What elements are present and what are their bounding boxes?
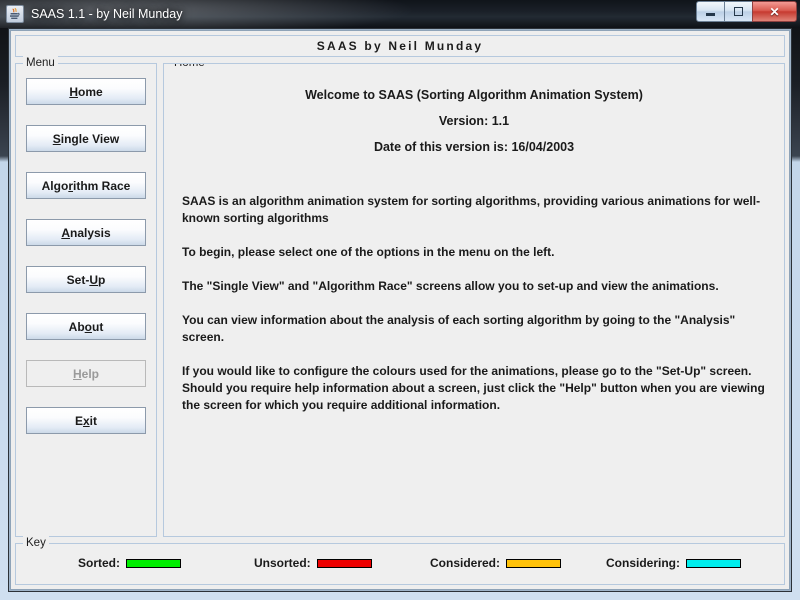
- content-panel: Home Welcome to SAAS (Sorting Algorithm …: [163, 63, 785, 537]
- sidebar-item-help: Help: [26, 360, 146, 387]
- window-controls: ✕: [696, 1, 797, 22]
- close-icon: ✕: [769, 4, 780, 19]
- key-swatch-sorted: [126, 558, 181, 568]
- key-label-unsorted: Unsorted:: [254, 556, 311, 570]
- description-paragraph: SAAS is an algorithm animation system fo…: [182, 194, 761, 225]
- title-bar: SAAS 1.1 - by Neil Munday ✕: [0, 0, 800, 28]
- window-title: SAAS 1.1 - by Neil Munday: [31, 7, 183, 21]
- application-window: SAAS 1.1 - by Neil Munday ✕ SAAS by Neil…: [0, 0, 800, 600]
- key-item-considered: Considered:: [430, 556, 606, 570]
- app-banner-title: SAAS by Neil Munday: [316, 39, 484, 53]
- key-item-sorted: Sorted:: [78, 556, 254, 570]
- key-panel: Key Sorted: Unsorted: Considered: Consid…: [15, 536, 785, 585]
- sidebar-item-analysis[interactable]: Analysis: [26, 219, 146, 246]
- key-label-considered: Considered:: [430, 556, 501, 570]
- key-item-unsorted: Unsorted:: [254, 556, 430, 570]
- sidebar-item-home[interactable]: Home: [26, 78, 146, 105]
- client-area: SAAS by Neil Munday Menu Home Single Vie…: [10, 30, 790, 590]
- key-swatch-unsorted: [316, 558, 372, 568]
- content-panel-title: Home: [171, 64, 208, 70]
- sidebar-item-algorithm-race[interactable]: Algo r ithm Race: [26, 172, 146, 199]
- key-panel-title: Key: [23, 536, 49, 550]
- java-coffee-cup-icon: [6, 5, 24, 23]
- main-row: Menu Home Single View Algo r ithm Race Ana…: [15, 56, 785, 537]
- screens-paragraph: The "Single View" and "Algorithm Race" s…: [182, 279, 719, 293]
- setup-help-paragraph: If you would like to configure the colou…: [182, 364, 765, 412]
- restore-icon: [734, 7, 743, 16]
- welcome-heading: Welcome to SAAS (Sorting Algorithm Anima…: [305, 88, 643, 102]
- sidebar-item-set-up[interactable]: Set- Up: [26, 266, 146, 293]
- key-label-sorted: Sorted:: [78, 556, 120, 570]
- app-banner: SAAS by Neil Munday: [15, 35, 785, 57]
- sidebar-item-exit[interactable]: Ex it: [26, 407, 146, 434]
- analysis-paragraph: You can view information about the analy…: [182, 313, 736, 344]
- close-button[interactable]: ✕: [752, 1, 797, 22]
- minimize-button[interactable]: [696, 1, 725, 22]
- key-swatch-considering: [686, 558, 741, 568]
- begin-paragraph: To begin, please select one of the optio…: [182, 245, 555, 259]
- key-item-considering: Considering:: [606, 556, 782, 570]
- key-items: Sorted: Unsorted: Considered: Considerin…: [16, 556, 784, 570]
- key-swatch-considered: [506, 558, 562, 568]
- version-heading: Version: 1.1: [438, 114, 510, 128]
- sidebar-item-about[interactable]: Ab o ut: [26, 313, 146, 340]
- minimize-icon: [706, 13, 715, 16]
- date-heading: Date of this version is: 16/04/2003: [373, 140, 575, 154]
- sidebar-item-single-view[interactable]: Single View: [26, 125, 146, 152]
- menu-panel: Menu Home Single View Algo r ithm Race Ana…: [15, 56, 157, 537]
- key-label-considering: Considering:: [606, 556, 680, 570]
- client-area-frame: SAAS by Neil Munday Menu Home Single Vie…: [8, 28, 792, 592]
- maximize-button[interactable]: [724, 1, 753, 22]
- menu-panel-title: Menu: [23, 56, 58, 70]
